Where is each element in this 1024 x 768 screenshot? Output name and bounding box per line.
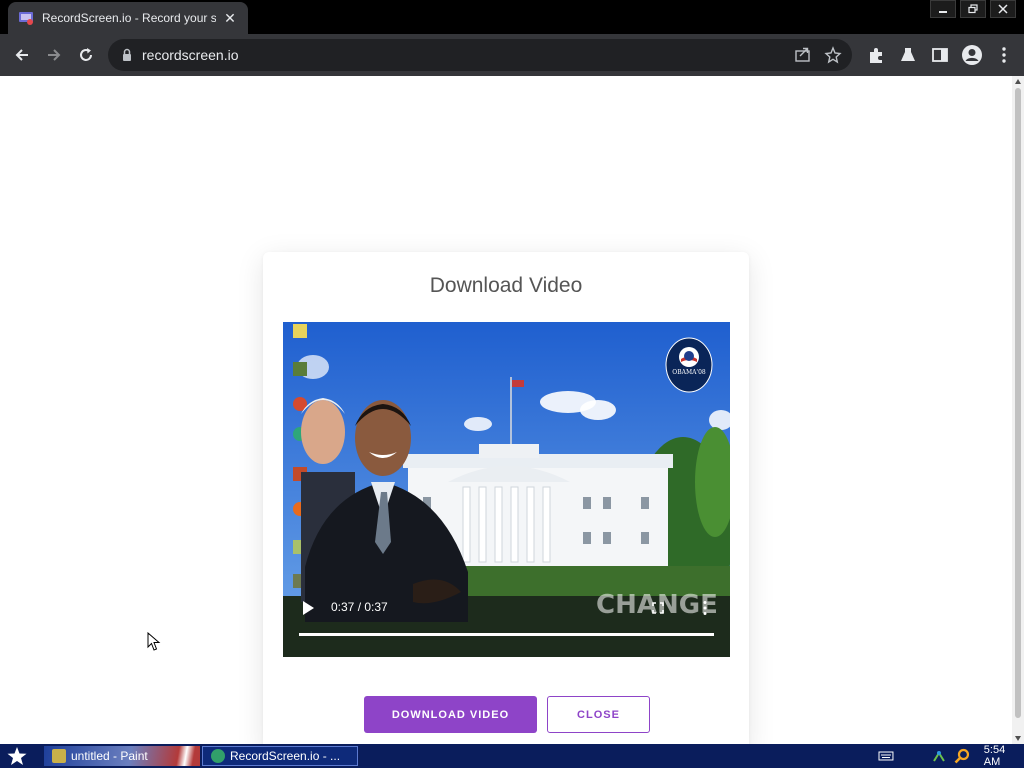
search-icon[interactable] [954, 748, 970, 764]
page-content: Download Video OBAMA'08 CHANGE 0:37 / 0:… [0, 76, 1024, 744]
extensions-button[interactable] [864, 39, 888, 71]
taskbar-item-paint[interactable]: untitled - Paint [44, 746, 200, 766]
puzzle-icon [870, 48, 882, 63]
browser-tab-bar: RecordScreen.io - Record your scre ✕ [0, 0, 1024, 34]
bookmark-star-icon[interactable] [824, 43, 842, 67]
browser-tab[interactable]: RecordScreen.io - Record your scre ✕ [8, 2, 248, 34]
taskbar-item-browser[interactable]: RecordScreen.io - ... [202, 746, 358, 766]
download-video-button[interactable]: DOWNLOAD VIDEO [364, 696, 537, 733]
taskbar-clock: 5:54 AM [983, 744, 1006, 768]
fullscreen-icon[interactable] [652, 602, 664, 614]
kebab-menu-icon [1002, 47, 1006, 63]
profile-button[interactable] [960, 39, 984, 71]
os-taskbar: untitled - Paint RecordScreen.io - ... 5… [0, 744, 1024, 768]
recordscreen-favicon-icon [19, 12, 33, 25]
window-close-button[interactable] [990, 0, 1016, 18]
browser-globe-icon [211, 749, 225, 763]
arrow-left-icon [15, 49, 28, 61]
address-bar[interactable]: recordscreen.io [108, 39, 852, 71]
tab-title: RecordScreen.io - Record your scre [42, 11, 216, 25]
play-icon[interactable] [301, 600, 315, 616]
keyboard-icon[interactable] [878, 750, 894, 762]
toolbar-right-icons [864, 39, 1016, 71]
reload-icon [80, 48, 92, 61]
mouse-cursor-icon [147, 632, 161, 651]
minimize-button[interactable] [930, 0, 956, 18]
close-button[interactable]: CLOSE [547, 696, 650, 733]
campaign-logo-icon [665, 337, 713, 393]
scrollbar-thumb[interactable] [1015, 88, 1021, 718]
network-icon[interactable] [932, 749, 946, 763]
avatar-icon [962, 45, 982, 65]
campaign-logo-text: OBAMA'08 [672, 369, 706, 376]
download-video-modal: Download Video OBAMA'08 CHANGE 0:37 / 0:… [263, 252, 749, 744]
video-time-display: 0:37 / 0:37 [331, 600, 388, 614]
browser-toolbar: recordscreen.io [0, 34, 1024, 76]
taskbar-item-label: untitled - Paint [71, 749, 148, 763]
scroll-down-arrow-icon[interactable] [1015, 736, 1021, 741]
lock-icon[interactable] [120, 48, 134, 62]
reload-button[interactable] [70, 39, 102, 71]
video-more-options-icon[interactable] [702, 600, 708, 616]
taskbar-item-label: RecordScreen.io - ... [230, 749, 341, 763]
flask-icon [901, 48, 915, 61]
video-progress-fill [299, 633, 714, 636]
address-bar-actions [794, 43, 842, 67]
restore-button[interactable] [960, 0, 986, 18]
system-tray: 5:54 AM [868, 744, 1024, 768]
browser-menu-button[interactable] [992, 39, 1016, 71]
close-icon [998, 4, 1008, 14]
modal-title: Download Video [429, 274, 583, 297]
forward-button[interactable] [38, 39, 70, 71]
page-scrollbar[interactable] [1012, 76, 1024, 744]
tab-close-icon[interactable]: ✕ [222, 10, 238, 27]
paint-icon [52, 749, 66, 763]
video-player[interactable]: OBAMA'08 CHANGE 0:37 / 0:37 [283, 322, 730, 657]
url-text: recordscreen.io [142, 47, 239, 63]
share-icon[interactable] [794, 43, 812, 67]
side-panel-icon [932, 48, 948, 62]
scroll-up-arrow-icon[interactable] [1015, 79, 1021, 84]
back-button[interactable] [6, 39, 38, 71]
side-panel-button[interactable] [928, 39, 952, 71]
arrow-right-icon [48, 49, 61, 61]
labs-button[interactable] [896, 39, 920, 71]
minimize-icon [939, 11, 947, 13]
video-progress-bar[interactable] [299, 633, 714, 636]
start-star-icon[interactable] [4, 746, 30, 766]
campaign-logo: OBAMA'08 [665, 337, 713, 393]
window-controls [930, 0, 1016, 18]
restore-icon [968, 4, 978, 14]
